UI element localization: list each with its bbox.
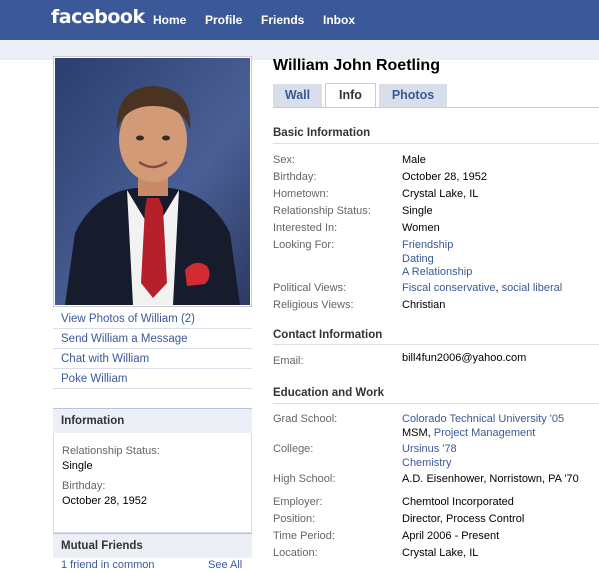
mutual-friends-title: Mutual Friends [53, 533, 252, 558]
time-period-label: Time Period: [273, 530, 335, 542]
hometown-label: Hometown: [273, 188, 329, 200]
college-values: Ursinus '78 Chemistry [402, 443, 457, 470]
birthday-label: Birthday: [273, 171, 317, 183]
chat-link[interactable]: Chat with William [53, 349, 252, 369]
sex-value: Male [402, 154, 426, 166]
basic-info-title: Basic Information [273, 127, 371, 139]
tab-photos[interactable]: Photos [379, 84, 447, 107]
looking-for-dating[interactable]: Dating [402, 253, 472, 267]
college-label: College: [273, 443, 314, 455]
college-major-link[interactable]: Chemistry [402, 457, 457, 471]
facebook-logo[interactable]: facebook [51, 6, 145, 28]
religious-value[interactable]: Christian [402, 299, 445, 313]
political-social-link[interactable]: social liberal [502, 282, 563, 294]
grad-school-label: Grad School: [273, 413, 338, 425]
mutual-friends-count[interactable]: 1 friend in common [61, 559, 155, 571]
info-birthday-label: Birthday: [62, 480, 106, 492]
education-work-divider [273, 403, 599, 404]
political-label: Political Views: [273, 282, 347, 294]
employer-label: Employer: [273, 496, 323, 508]
grad-school-values: Colorado Technical University '05 MSM, P… [402, 413, 564, 440]
info-birthday-value: October 28, 1952 [62, 495, 148, 507]
view-photos-link[interactable]: View Photos of William (2) [53, 309, 252, 329]
nav-friends[interactable]: Friends [261, 13, 304, 27]
grad-degree: MSM [402, 426, 428, 439]
relationship-label: Relationship Status: [273, 205, 371, 217]
location-value: Crystal Lake, IL [402, 547, 479, 559]
college-link[interactable]: Ursinus '78 [402, 443, 457, 457]
see-all-link[interactable]: See All [208, 559, 242, 571]
looking-for-relationship[interactable]: A Relationship [402, 266, 472, 280]
grad-degree-line: MSM, Project Management [402, 427, 564, 441]
hometown-value: Crystal Lake, IL [402, 188, 479, 200]
profile-photo[interactable] [55, 58, 250, 305]
nav-home[interactable]: Home [153, 13, 186, 27]
political-fiscal-link[interactable]: Fiscal conservative [402, 282, 496, 294]
high-school-link[interactable]: A.D. Eisenhower, Norristown, PA '70 [402, 473, 579, 487]
tab-divider [273, 107, 599, 108]
send-message-link[interactable]: Send William a Message [53, 329, 252, 349]
basic-info-divider [273, 143, 599, 144]
info-relationship-value: Single [62, 460, 93, 472]
email-label: Email: [273, 355, 304, 367]
political-values: Fiscal conservative, social liberal [402, 282, 562, 296]
birthday-value: October 28, 1952 [402, 171, 488, 183]
tab-info[interactable]: Info [325, 83, 376, 107]
nav-inbox[interactable]: Inbox [323, 13, 355, 27]
grad-concentration-link[interactable]: Project Management [434, 427, 536, 439]
interested-label: Interested In: [273, 222, 338, 234]
time-period-value: April 2006 - Present [402, 530, 500, 542]
position-label: Position: [273, 513, 316, 525]
grad-school-link[interactable]: Colorado Technical University '05 [402, 413, 564, 427]
profile-name: William John Roetling [273, 57, 440, 74]
religious-label: Religious Views: [273, 299, 354, 311]
top-bar: facebook Home Profile Friends Inbox [0, 0, 599, 40]
information-box: Relationship Status: Single Birthday: Oc… [53, 433, 252, 533]
education-work-title: Education and Work [273, 387, 384, 399]
contact-info-title: Contact Information [273, 329, 383, 341]
looking-for-label: Looking For: [273, 239, 335, 251]
employer-link[interactable]: Chemtool Incorporated [402, 496, 514, 510]
interested-value: Women [402, 222, 440, 234]
poke-link[interactable]: Poke William [53, 369, 252, 389]
information-box-title: Information [53, 408, 252, 433]
nav-profile[interactable]: Profile [205, 13, 242, 27]
email-value: bill4fun2006@yahoo.com [402, 352, 527, 364]
info-relationship-label: Relationship Status: [62, 445, 160, 457]
profile-photo-frame[interactable] [53, 56, 252, 307]
looking-for-friendship[interactable]: Friendship [402, 239, 472, 253]
sex-label: Sex: [273, 154, 296, 166]
contact-info-divider [273, 344, 599, 345]
position-link[interactable]: Director, Process Control [402, 513, 524, 527]
location-label: Location: [273, 547, 318, 559]
profile-actions: View Photos of William (2) Send William … [53, 309, 252, 389]
high-school-label: High School: [273, 473, 336, 485]
tab-wall[interactable]: Wall [273, 84, 322, 107]
looking-for-values: Friendship Dating A Relationship [402, 239, 472, 280]
relationship-value: Single [402, 205, 433, 217]
